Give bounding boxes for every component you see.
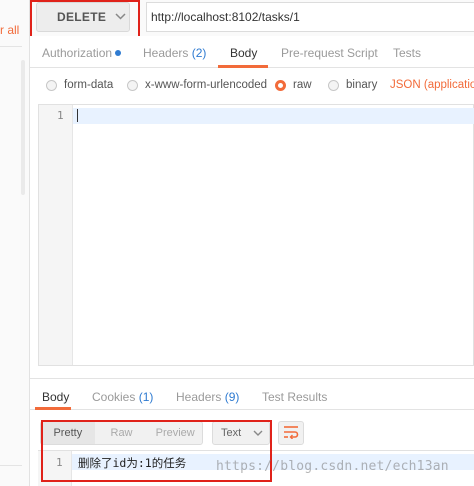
status-dot-icon <box>115 50 122 56</box>
tab-label: Cookies <box>92 390 136 404</box>
annotation-box-method <box>30 0 140 38</box>
sidebar-scrollbar[interactable] <box>21 60 25 195</box>
request-tabs: Authorization Headers (2) Body Pre-reque… <box>30 36 474 68</box>
body-type-options: form-data x-www-form-urlencoded raw bina… <box>30 68 474 104</box>
radio-label: raw <box>293 79 312 91</box>
radio-icon <box>127 79 138 91</box>
radio-label: form-data <box>64 79 114 91</box>
tab-authorization[interactable]: Authorization <box>42 46 122 60</box>
radio-icon <box>46 79 57 91</box>
request-body-editor[interactable]: 1 <box>38 104 474 366</box>
content-type-select[interactable]: JSON (application <box>390 79 474 91</box>
tab-label: Headers <box>176 390 222 404</box>
tab-label: Body <box>230 46 258 60</box>
sidebar-divider <box>0 465 22 466</box>
line-number: 1 <box>57 109 64 122</box>
tab-label: Headers <box>143 46 189 60</box>
tab-pre-request-script[interactable]: Pre-request Script <box>281 46 378 60</box>
radio-checked-icon <box>275 79 286 91</box>
wrap-lines-icon <box>283 425 299 442</box>
tab-headers[interactable]: Headers (2) <box>143 46 206 60</box>
tab-label: Pre-request Script <box>281 46 378 60</box>
radio-x-www-form-urlencoded[interactable]: x-www-form-urlencoded <box>127 79 267 91</box>
tab-body[interactable]: Body <box>230 46 257 60</box>
tab-test-results[interactable]: Test Results <box>262 390 327 404</box>
clear-all-link[interactable]: r all <box>0 23 19 37</box>
tab-label: Authorization <box>42 46 113 60</box>
radio-binary[interactable]: binary <box>328 79 377 91</box>
sidebar-divider <box>0 46 22 47</box>
radio-label: binary <box>346 79 378 91</box>
wrap-lines-button[interactable] <box>278 421 304 445</box>
tab-label: Tests <box>393 46 422 60</box>
tab-response-headers[interactable]: Headers (9) <box>176 390 239 404</box>
tab-count: (2) <box>191 46 207 60</box>
watermark: https://blog.csdn.net/ech13an <box>216 459 449 474</box>
tab-response-body[interactable]: Body <box>42 390 69 404</box>
response-tabs: Body Cookies (1) Headers (9) Test Result… <box>30 378 474 410</box>
radio-raw[interactable]: raw <box>275 79 312 91</box>
tab-count: (9) <box>224 390 240 404</box>
tab-label: Body <box>42 390 70 404</box>
tab-tests[interactable]: Tests <box>393 46 421 60</box>
tab-label: Test Results <box>262 390 328 404</box>
radio-icon <box>328 79 339 91</box>
line-gutter <box>39 105 73 365</box>
radio-label: x-www-form-urlencoded <box>145 79 268 91</box>
radio-form-data[interactable]: form-data <box>46 79 113 91</box>
tab-cookies[interactable]: Cookies (1) <box>92 390 153 404</box>
sidebar-edge: r all <box>0 0 30 486</box>
text-cursor <box>77 109 78 122</box>
tab-count: (1) <box>138 390 154 404</box>
active-line-highlight <box>39 108 474 124</box>
url-input[interactable]: http://localhost:8102/tasks/1 <box>146 2 474 32</box>
